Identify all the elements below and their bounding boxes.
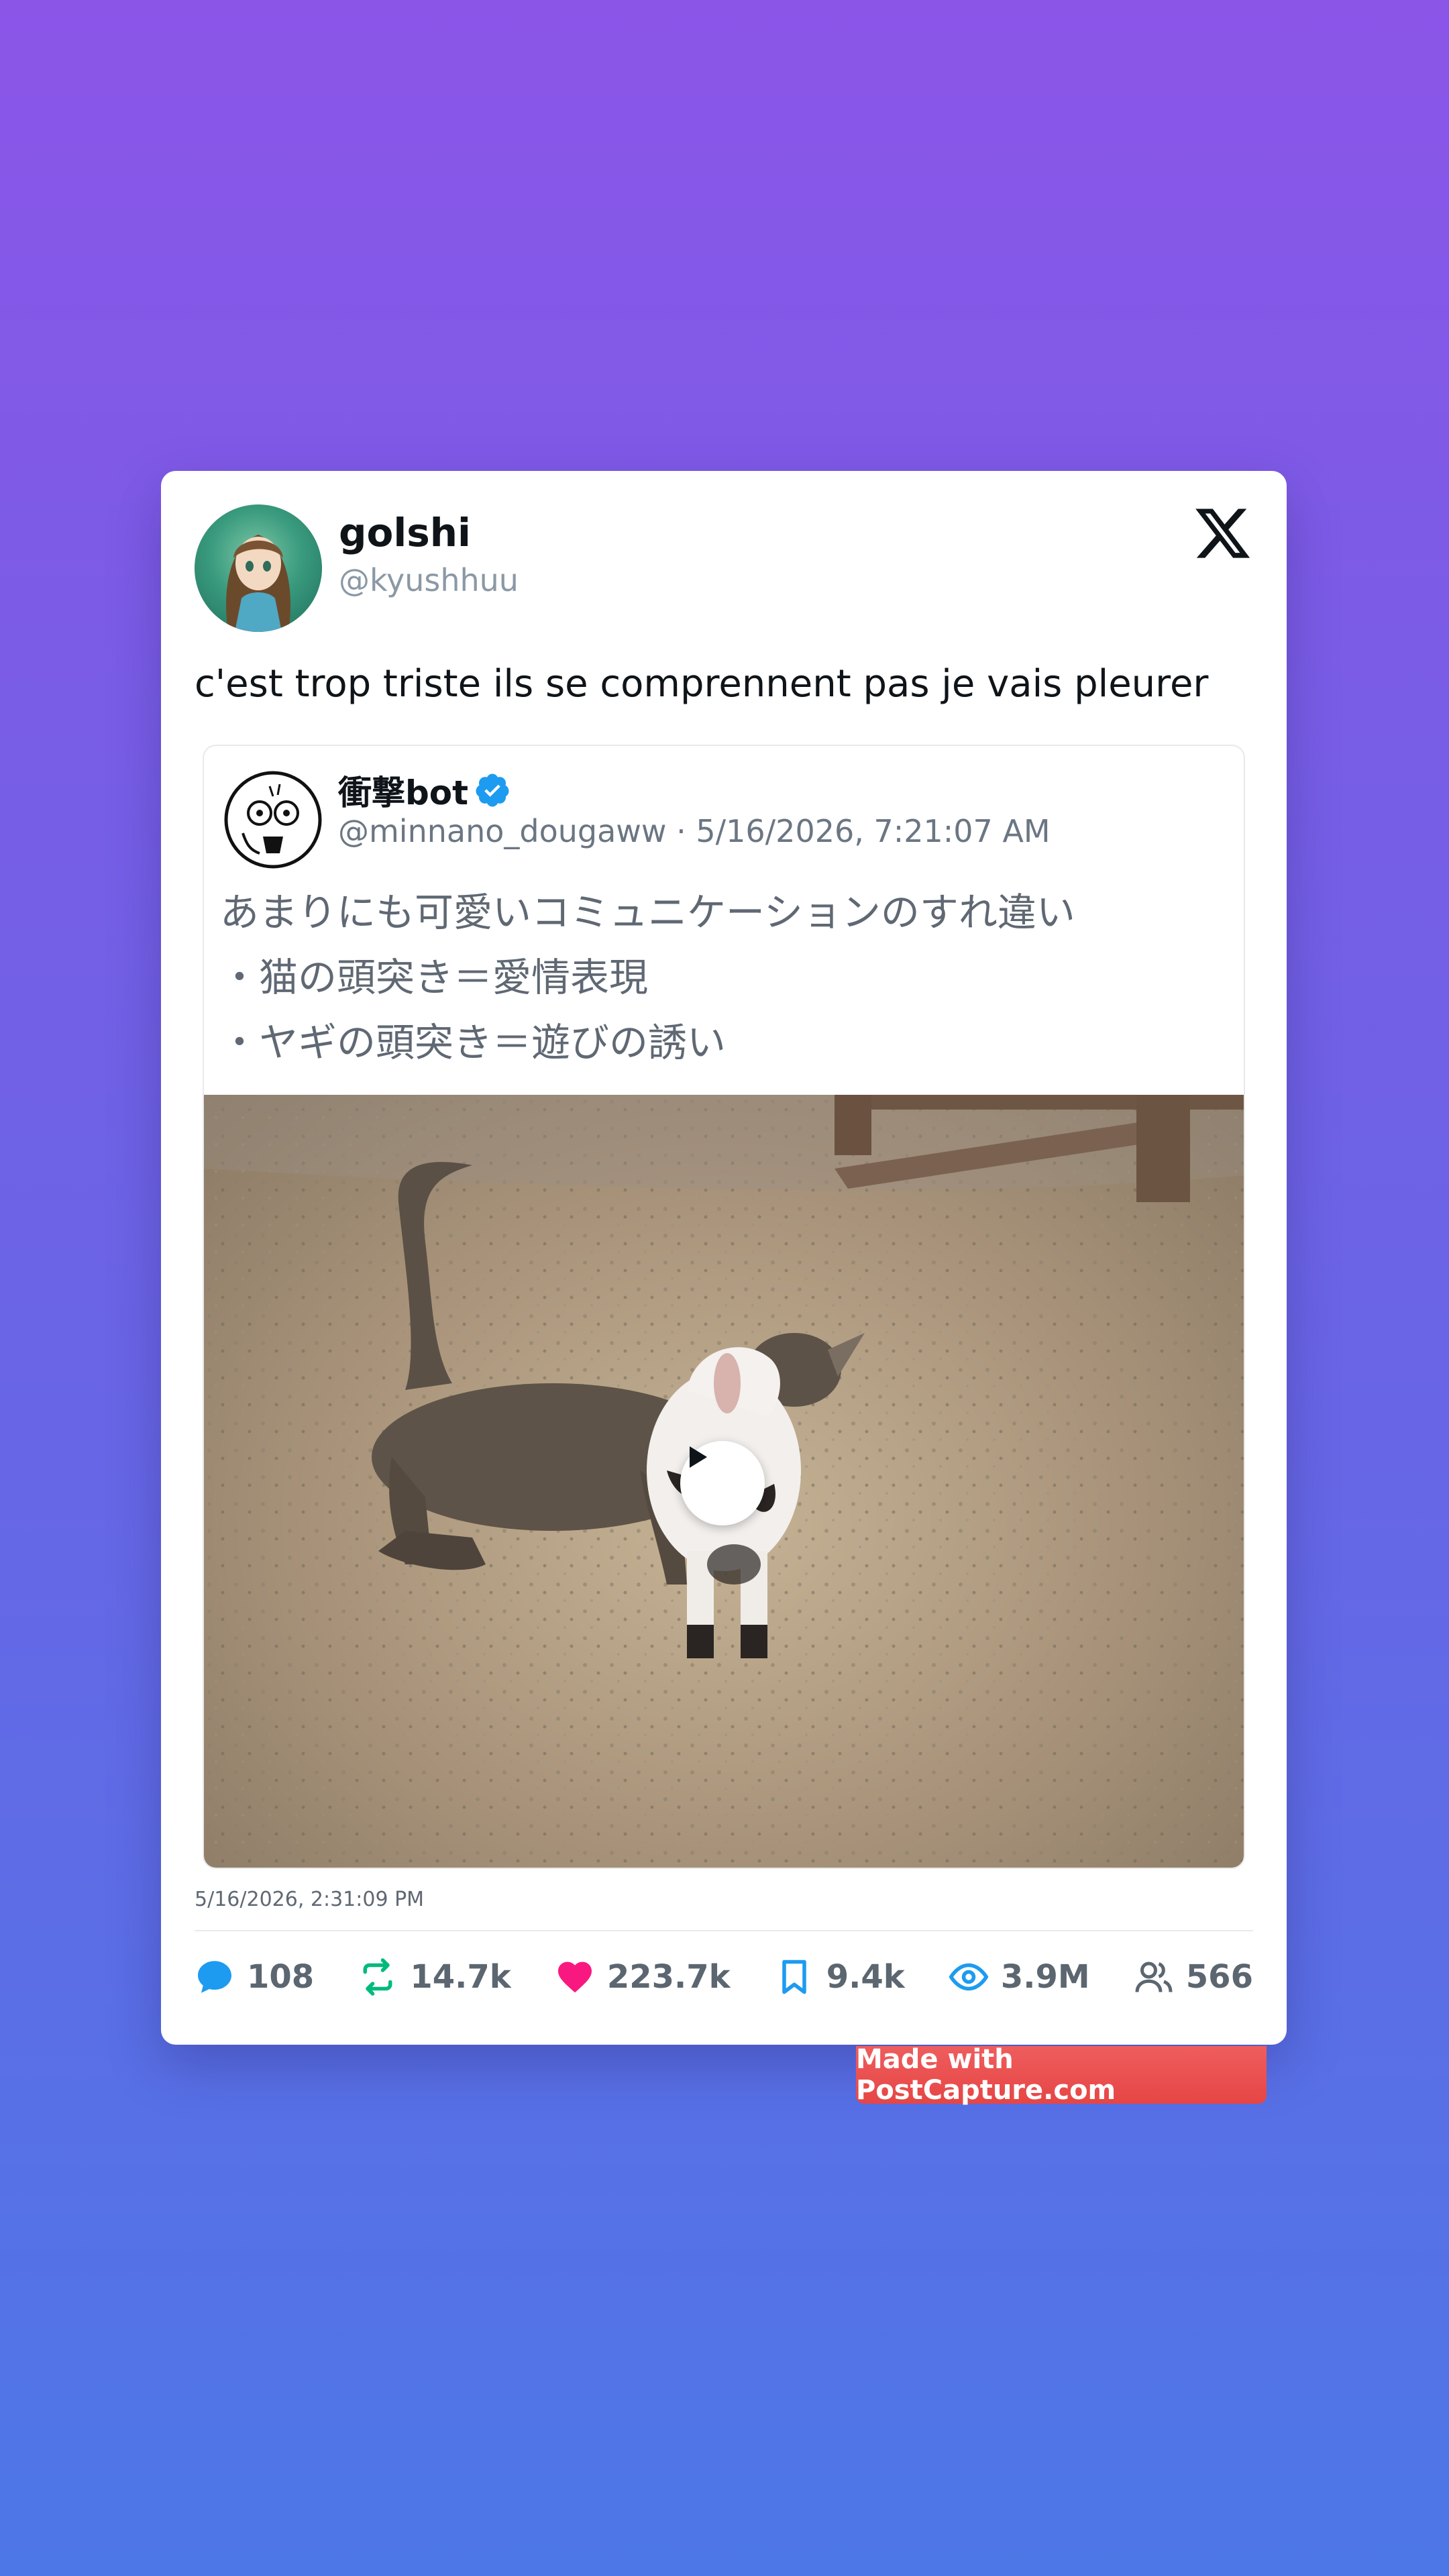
- author-avatar[interactable]: [195, 504, 322, 632]
- followers-stat[interactable]: 566: [1134, 1957, 1253, 1997]
- quoted-text: あまりにも可愛いコミュニケーションのすれ違い ・猫の頭突き＝愛情表現 ・ヤギの頭…: [220, 880, 1075, 1075]
- x-logo-icon[interactable]: [1191, 503, 1254, 564]
- tweet-timestamp: 5/16/2026, 2:31:09 PM: [195, 1888, 425, 1911]
- retweet-count: 14.7k: [410, 1958, 511, 1996]
- play-button[interactable]: [680, 1441, 765, 1525]
- quoted-tweet[interactable]: 衝撃bot @minnano_dougaww · 5/16/2026, 7:21…: [203, 745, 1245, 1869]
- play-icon: [690, 1446, 707, 1468]
- engagement-bar: 108 14.7k 223.7k 9.4k 3.9M 566: [195, 1950, 1253, 2004]
- verified-badge-icon: [476, 773, 509, 807]
- like-count: 223.7k: [606, 1958, 731, 1996]
- quoted-author-name[interactable]: 衝撃bot: [338, 766, 468, 814]
- postcapture-badge[interactable]: Made with PostCapture.com: [856, 2044, 1267, 2106]
- retweet-icon: [363, 1958, 392, 1996]
- bookmark-icon: [782, 1960, 806, 1994]
- like-stat[interactable]: 223.7k: [555, 1957, 731, 1997]
- quoted-meta: @minnano_dougaww · 5/16/2026, 7:21:07 AM: [338, 813, 1051, 849]
- bookmark-count: 9.4k: [826, 1958, 905, 1996]
- views-stat[interactable]: 3.9M: [949, 1957, 1090, 1997]
- author-display-name[interactable]: golshi: [339, 510, 471, 555]
- reply-count: 108: [247, 1958, 315, 1996]
- tweet-card: golshi @kyushhuu c'est trop triste ils s…: [161, 471, 1287, 2045]
- quoted-text-line: あまりにも可愛いコミュニケーションのすれ違い: [220, 890, 1075, 935]
- bookmark-stat[interactable]: 9.4k: [774, 1957, 905, 1997]
- views-count: 3.9M: [1000, 1958, 1090, 1996]
- followers-count: 566: [1185, 1958, 1253, 1996]
- tweet-text: c'est trop triste ils se comprennent pas…: [195, 662, 1209, 706]
- quoted-text-line: ・ヤギの頭突き＝遊びの誘い: [220, 1020, 727, 1065]
- quoted-author-row: 衝撃bot: [338, 766, 511, 814]
- video-thumbnail[interactable]: [204, 1095, 1244, 1868]
- followers-icon: [1135, 1962, 1173, 1992]
- quoted-text-line: ・猫の頭突き＝愛情表現: [220, 955, 649, 1000]
- quoted-author-avatar[interactable]: [223, 769, 323, 870]
- divider: [195, 1930, 1253, 1931]
- retweet-stat[interactable]: 14.7k: [358, 1957, 511, 1997]
- author-handle[interactable]: @kyushhuu: [339, 562, 519, 598]
- reply-icon: [198, 1961, 231, 1993]
- views-icon: [949, 1963, 989, 1991]
- reply-stat[interactable]: 108: [195, 1957, 314, 1997]
- like-icon: [557, 1962, 592, 1993]
